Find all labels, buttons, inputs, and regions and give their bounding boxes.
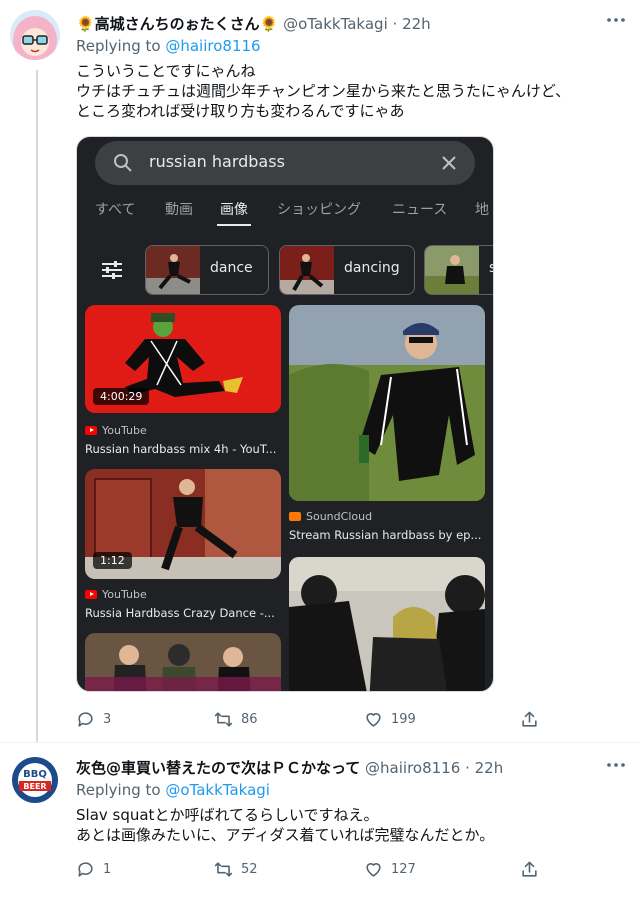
retweet-button[interactable]: 86 xyxy=(214,710,258,729)
reply-button[interactable]: 1 xyxy=(76,860,111,879)
retweet-count: 86 xyxy=(241,712,258,727)
youtube-icon xyxy=(85,590,97,599)
result-thumbnail-4 xyxy=(85,633,281,691)
video-duration: 1:12 xyxy=(93,552,132,569)
chip-label: dance xyxy=(210,260,253,276)
display-name[interactable]: 灰色@車買い替えたので次はＰＣかなって xyxy=(76,759,360,777)
retweet-icon xyxy=(214,862,233,877)
svg-text:BEER: BEER xyxy=(23,782,46,791)
search-query: russian hardbass xyxy=(149,152,285,171)
reply-count: 1 xyxy=(103,862,112,877)
tab-maps: 地 xyxy=(475,202,489,218)
more-icon[interactable] xyxy=(606,10,626,35)
more-icon[interactable] xyxy=(606,755,626,780)
tweet-1[interactable]: 🌻高城さんちのぉたくさん🌻 @oTakkTakagi · 22h Replyin… xyxy=(0,0,640,742)
tweet-actions: 3 86 199 xyxy=(76,710,546,732)
result-source: SoundCloud xyxy=(289,510,372,523)
like-count: 199 xyxy=(391,712,416,727)
reply-button[interactable]: 3 xyxy=(76,710,111,729)
youtube-icon xyxy=(85,426,97,435)
search-bar: russian hardbass xyxy=(95,141,475,185)
attached-image[interactable]: russian hardbass すべて 動画 画像 ショッピング ニュース 地… xyxy=(76,136,494,692)
search-icon xyxy=(114,154,132,172)
retweet-count: 52 xyxy=(241,862,258,877)
result-thumbnail-5 xyxy=(289,557,485,691)
replying-handle-link[interactable]: @oTakkTakagi xyxy=(165,781,270,799)
source-label: YouTube xyxy=(102,588,147,601)
result-source: YouTube xyxy=(85,424,147,437)
separator-dot: · xyxy=(465,759,470,777)
share-icon xyxy=(522,711,537,727)
result-thumbnail-2 xyxy=(289,305,485,501)
result-source: YouTube xyxy=(85,588,147,601)
tab-news: ニュース xyxy=(392,202,448,218)
active-tab-indicator xyxy=(217,224,251,226)
chip-partial: s xyxy=(424,245,493,295)
reply-icon xyxy=(78,862,93,877)
soundcloud-icon xyxy=(289,512,301,521)
separator-dot: · xyxy=(392,15,398,33)
timestamp[interactable]: 22h xyxy=(475,759,504,777)
chip-label: s xyxy=(489,260,493,276)
display-name[interactable]: 🌻高城さんちのぉたくさん🌻 xyxy=(76,15,278,33)
result-title: Russian hardbass mix 4h - YouT... xyxy=(85,442,277,456)
tab-all: すべて xyxy=(95,202,136,218)
reply-icon xyxy=(78,712,93,727)
chip-dancing: dancing xyxy=(279,245,415,295)
replying-label: Replying to xyxy=(76,37,161,55)
video-duration: 4:00:29 xyxy=(93,388,150,405)
timestamp[interactable]: 22h xyxy=(402,15,431,33)
tab-videos: 動画 xyxy=(165,202,193,218)
replying-to: Replying to @haiiro8116 xyxy=(76,37,261,55)
share-button[interactable] xyxy=(520,860,539,879)
replying-to: Replying to @oTakkTakagi xyxy=(76,781,270,799)
like-icon xyxy=(366,863,381,877)
replying-handle-link[interactable]: @haiiro8116 xyxy=(165,37,260,55)
share-button[interactable] xyxy=(520,710,539,729)
source-label: YouTube xyxy=(102,424,147,437)
chip-label: dancing xyxy=(344,260,400,276)
close-icon xyxy=(442,156,456,170)
like-button[interactable]: 127 xyxy=(364,860,416,879)
retweet-icon xyxy=(214,712,233,727)
search-tabs: すべて 動画 画像 ショッピング ニュース 地 xyxy=(77,197,493,227)
result-title: Russia Hardbass Crazy Dance -... xyxy=(85,606,275,620)
avatar[interactable]: BBQ BEER xyxy=(10,755,60,805)
like-count: 127 xyxy=(391,862,416,877)
share-icon xyxy=(522,861,537,877)
retweet-button[interactable]: 52 xyxy=(214,860,258,879)
user-handle[interactable]: @oTakkTakagi xyxy=(283,15,388,33)
source-label: SoundCloud xyxy=(306,510,373,523)
like-icon xyxy=(366,713,381,727)
avatar[interactable] xyxy=(10,10,60,60)
like-button[interactable]: 199 xyxy=(364,710,416,729)
result-title: Stream Russian hardbass by ep... xyxy=(289,528,482,542)
replying-label: Replying to xyxy=(76,781,161,799)
tweet-text: Slav squatとか呼ばれてるらしいですねえ。 あとは画像みたいに、アディダ… xyxy=(76,806,495,844)
reply-count: 3 xyxy=(103,712,112,727)
tweet-actions: 1 52 127 xyxy=(76,860,546,882)
chip-dance: dance xyxy=(145,245,269,295)
tab-images: 画像 xyxy=(220,202,248,218)
user-handle[interactable]: @haiiro8116 xyxy=(365,759,460,777)
tune-icon xyxy=(102,261,122,279)
svg-text:BBQ: BBQ xyxy=(23,769,47,780)
tab-shopping: ショッピング xyxy=(277,202,361,218)
tweet-text: こういうことですにゃんね ウチはチュチュは週間少年チャンピオン星から来たと思うた… xyxy=(76,62,571,120)
tweet-header: 🌻高城さんちのぉたくさん🌻 @oTakkTakagi · 22h xyxy=(76,13,431,34)
tweet-2[interactable]: BBQ BEER 灰色@車買い替えたので次はＰＣかなって @haiiro8116… xyxy=(0,743,640,898)
tweet-header: 灰色@車買い替えたので次はＰＣかなって @haiiro8116 · 22h xyxy=(76,757,503,778)
